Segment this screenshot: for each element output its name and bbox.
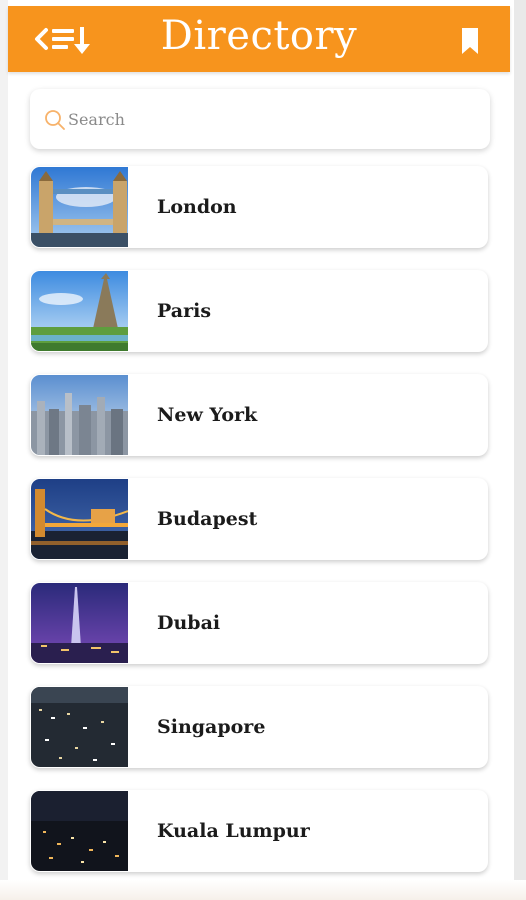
bottom-fade [0, 880, 526, 900]
bookmark-icon[interactable] [458, 26, 482, 56]
city-item-budapest[interactable]: Budapest [30, 478, 488, 560]
city-name: London [157, 196, 237, 218]
app-header: Directory [8, 6, 510, 72]
city-name: Budapest [157, 508, 258, 530]
tower-bridge-photo [31, 167, 128, 247]
page-title: Directory [160, 13, 358, 59]
city-name: Singapore [157, 716, 266, 738]
city-item-london[interactable]: London [30, 166, 488, 248]
city-item-kuala-lumpur[interactable]: Kuala Lumpur [30, 790, 488, 872]
city-item-new-york[interactable]: New York [30, 374, 488, 456]
search-input[interactable] [68, 103, 468, 135]
city-name: Kuala Lumpur [157, 820, 310, 842]
right-edge [514, 0, 526, 900]
city-name: New York [157, 404, 258, 426]
city-item-dubai[interactable]: Dubai [30, 582, 488, 664]
app-screen: Directory Search London Paris New York B… [0, 0, 526, 900]
eiffel-tower-photo [31, 271, 128, 351]
burj-khalifa-night-photo [31, 583, 128, 663]
city-item-singapore[interactable]: Singapore [30, 686, 488, 768]
search-icon [45, 110, 65, 130]
city-name: Dubai [157, 612, 221, 634]
city-name: Paris [157, 300, 212, 322]
city-list: London Paris New York Budapest Dubai Sin… [30, 166, 490, 894]
search-bar[interactable] [30, 89, 490, 149]
city-night-aerial-photo [31, 687, 128, 767]
city-item-paris[interactable]: Paris [30, 270, 488, 352]
city-night-lights-photo [31, 791, 128, 871]
left-edge [0, 0, 8, 900]
chain-bridge-night-photo [31, 479, 128, 559]
manhattan-skyline-photo [31, 375, 128, 455]
